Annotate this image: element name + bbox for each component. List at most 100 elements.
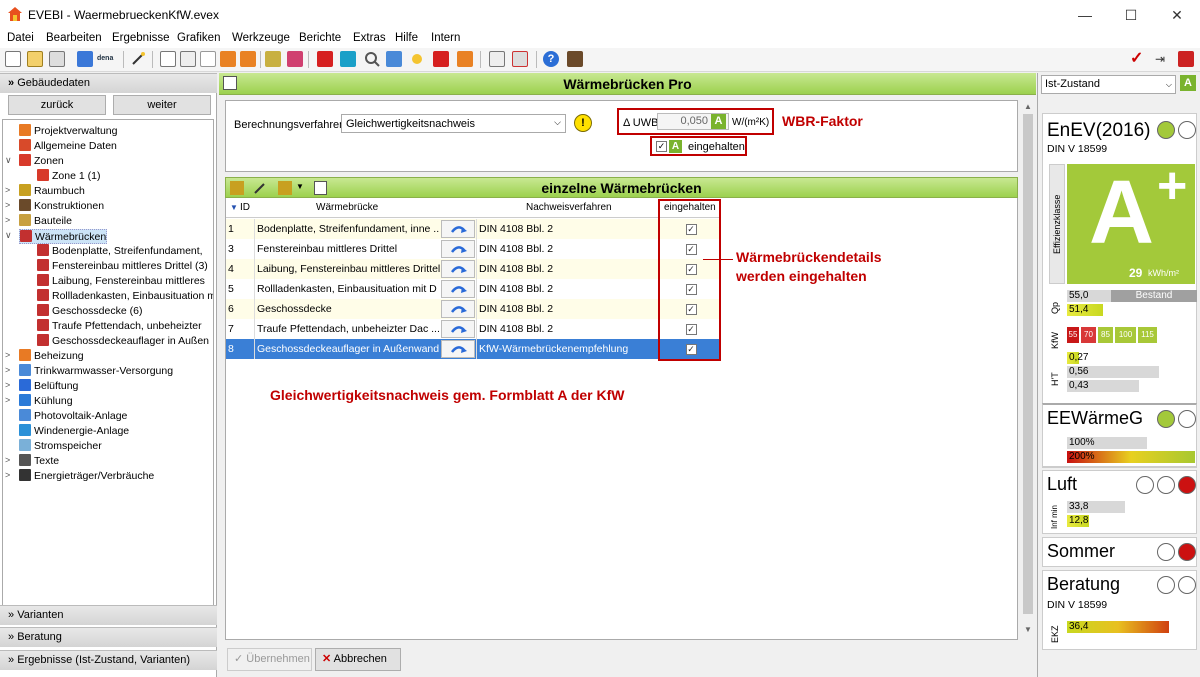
dena-icon[interactable]: dena xyxy=(97,51,119,67)
wand-icon[interactable] xyxy=(253,181,267,198)
open-detail-button[interactable] xyxy=(441,260,475,278)
open-detail-button[interactable] xyxy=(441,220,475,238)
expand-icon[interactable]: > xyxy=(5,395,10,405)
expand-icon[interactable]: > xyxy=(5,350,10,360)
sun-icon[interactable] xyxy=(409,51,425,67)
table-row[interactable]: 4 Laibung, Fenstereinbau mittleres Dritte… xyxy=(226,259,721,279)
tree-item[interactable]: Belüftung xyxy=(19,379,78,394)
expand-icon[interactable]: > xyxy=(5,185,10,195)
tree-item[interactable]: Laibung, Fenstereinbau mittleres xyxy=(37,274,205,289)
flash-icon[interactable] xyxy=(433,51,449,67)
section-gebaeudedaten[interactable]: » Gebäudedaten xyxy=(0,73,217,93)
grid-icon[interactable] xyxy=(340,51,356,67)
met-checkbox[interactable]: ✓ xyxy=(656,141,667,152)
table-row[interactable]: 5 Rollladenkasten, Einbausituation mit D … xyxy=(226,279,721,299)
tree-item[interactable]: Kühlung xyxy=(19,394,73,409)
section-beratung[interactable]: » Beratung xyxy=(0,627,217,647)
copy-icon[interactable] xyxy=(314,181,327,195)
dropdown-arrow-icon[interactable]: ▼ xyxy=(296,182,304,191)
collapse-icon[interactable]: ∨ xyxy=(5,155,12,166)
close-button[interactable]: ✕ xyxy=(1154,0,1200,30)
tree-item[interactable]: Texte xyxy=(19,454,59,469)
table-row[interactable]: 7 Traufe Pfettendach, unbeheizter Dac ...… xyxy=(226,319,721,339)
table-row[interactable]: 1 Bodenplatte, Streifenfundament, inne ..… xyxy=(226,219,721,239)
tree-item[interactable]: Stromspeicher xyxy=(19,439,102,454)
tree-item[interactable]: Konstruktionen xyxy=(19,199,104,214)
add-icon[interactable] xyxy=(230,181,244,195)
tree-item[interactable]: Zone 1 (1) xyxy=(37,169,100,184)
tree-item[interactable]: Raumbuch xyxy=(19,184,85,199)
sort-icon[interactable] xyxy=(278,181,292,195)
tree-item[interactable]: Projektverwaltung xyxy=(19,124,117,139)
menu-grafiken[interactable]: Grafiken xyxy=(177,32,220,44)
section-ergebnisse[interactable]: » Ergebnisse (Ist-Zustand, Varianten) xyxy=(0,650,217,670)
scroll-up-icon[interactable]: ▲ xyxy=(1024,102,1032,111)
state-select[interactable]: Ist-Zustand ⌵ xyxy=(1041,75,1176,94)
cancel-button[interactable]: ✕ Abbrechen xyxy=(315,648,401,671)
document-2-icon[interactable] xyxy=(180,51,196,67)
tree-item[interactable]: Rollladenkasten, Einbausituation m xyxy=(37,289,213,304)
tree-item[interactable]: Wärmebrücken xyxy=(19,229,108,244)
menu-bearbeiten[interactable]: Bearbeiten xyxy=(46,32,102,44)
method-select[interactable]: Gleichwertigkeitsnachweis ⌵ xyxy=(341,114,566,133)
table-row[interactable]: 6 Geschossdecke DIN 4108 Bbl. 2 ✓ xyxy=(226,299,721,319)
exit-icon[interactable]: ⇥ xyxy=(1155,51,1171,67)
warning-icon[interactable]: ! xyxy=(574,114,592,132)
table-row[interactable]: 8 Geschossdeckeauflager in Außenwand KfW-W… xyxy=(226,339,721,359)
left-arrow-icon[interactable] xyxy=(240,51,256,67)
wand-icon[interactable] xyxy=(130,51,146,67)
expand-icon[interactable]: > xyxy=(5,365,10,375)
check-icon[interactable]: ✓ xyxy=(1130,51,1146,67)
open-detail-button[interactable] xyxy=(441,300,475,318)
open-folder-icon[interactable] xyxy=(27,51,43,67)
expand-icon[interactable]: > xyxy=(5,215,10,225)
expand-icon[interactable]: > xyxy=(5,200,10,210)
tree-item[interactable]: Beheizung xyxy=(19,349,84,364)
expand-icon[interactable]: > xyxy=(5,470,10,480)
list-icon[interactable] xyxy=(287,51,303,67)
open-detail-button[interactable] xyxy=(441,320,475,338)
window-icon[interactable] xyxy=(317,51,333,67)
menu-ergebnisse[interactable]: Ergebnisse xyxy=(112,32,170,44)
maximize-button[interactable]: ☐ xyxy=(1108,0,1154,30)
chart-icon[interactable] xyxy=(1178,51,1194,67)
bracket-icon[interactable] xyxy=(200,51,216,67)
col-id[interactable]: ID xyxy=(240,198,250,218)
menu-hilfe[interactable]: Hilfe xyxy=(395,32,418,44)
print-icon[interactable] xyxy=(512,51,528,67)
help-icon[interactable]: ? xyxy=(543,51,559,67)
fan-icon[interactable] xyxy=(386,51,402,67)
tree-item[interactable]: Bauteile xyxy=(19,214,72,229)
tree-icon[interactable] xyxy=(265,51,281,67)
tree-item[interactable]: Fenstereinbau mittleres Drittel (3) xyxy=(37,259,208,274)
open-detail-button[interactable] xyxy=(441,280,475,298)
tree-item[interactable]: Trinkwarmwasser-Versorgung xyxy=(19,364,173,379)
collapse-icon[interactable]: ∨ xyxy=(5,230,12,241)
export-icon[interactable] xyxy=(77,51,93,67)
new-file-icon[interactable] xyxy=(5,51,21,67)
tree-item[interactable]: Allgemeine Daten xyxy=(19,139,117,154)
tree-item[interactable]: Traufe Pfettendach, unbeheizter xyxy=(37,319,202,334)
right-arrow-icon[interactable] xyxy=(220,51,236,67)
tree-item[interactable]: Windenergie-Anlage xyxy=(19,424,129,439)
scroll-thumb[interactable] xyxy=(1023,114,1033,614)
tree-item[interactable]: Geschossdecke (6) xyxy=(37,304,142,319)
scrollbar[interactable]: ▲ ▼ xyxy=(1021,100,1035,640)
section-varianten[interactable]: » Varianten xyxy=(0,605,217,625)
tree-item[interactable]: Bodenplatte, Streifenfundament, xyxy=(37,244,203,259)
report-icon[interactable] xyxy=(489,51,505,67)
money-icon[interactable] xyxy=(457,51,473,67)
copy-icon[interactable] xyxy=(49,51,65,67)
open-detail-button[interactable] xyxy=(441,240,475,258)
search-icon[interactable] xyxy=(364,51,380,67)
document-icon[interactable] xyxy=(160,51,176,67)
calculator-icon[interactable] xyxy=(567,51,583,67)
a-badge-icon[interactable]: A xyxy=(1180,75,1196,91)
expand-icon[interactable]: > xyxy=(5,455,10,465)
col-proof[interactable]: Nachweisverfahren xyxy=(526,198,612,218)
scroll-down-icon[interactable]: ▼ xyxy=(1024,625,1032,634)
table-row[interactable]: 3 Fenstereinbau mittleres Drittel DIN 4108… xyxy=(226,239,721,259)
open-detail-button[interactable] xyxy=(441,340,475,358)
tree-item[interactable]: Energieträger/Verbräuche xyxy=(19,469,154,484)
menu-berichte[interactable]: Berichte xyxy=(299,32,341,44)
